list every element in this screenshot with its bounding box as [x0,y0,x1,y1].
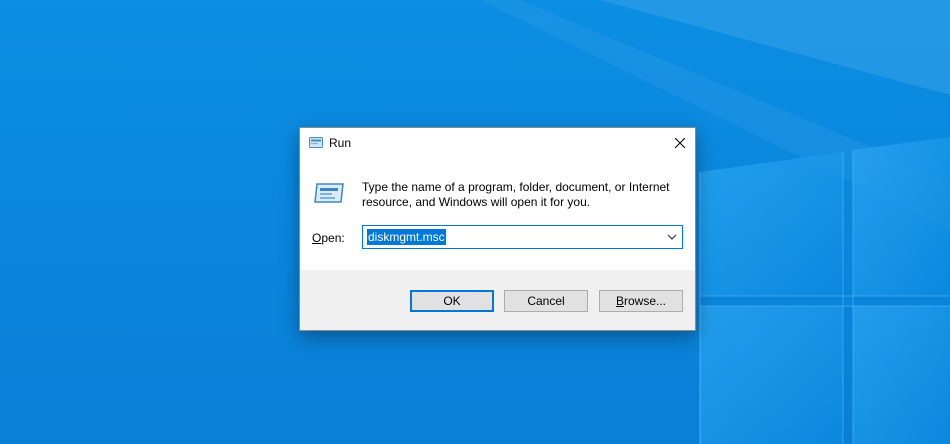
open-label-accel: O [312,231,322,245]
run-program-icon [313,180,345,206]
open-label-text: pen: [321,231,345,245]
dialog-description: Type the name of a program, folder, docu… [362,180,670,209]
browse-label: rowse... [624,294,667,308]
run-dialog: Run Type the name of a program, folder, … [299,127,696,331]
open-label: Open: [312,231,345,245]
ok-button[interactable]: OK [410,290,494,312]
open-combobox[interactable]: diskmgmt.msc [362,225,683,249]
dialog-body: Type the name of a program, folder, docu… [300,158,695,270]
cancel-button[interactable]: Cancel [504,290,588,312]
window-title: Run [329,136,352,150]
close-icon [675,138,685,148]
dialog-footer: OK Cancel Browse... [300,270,695,330]
close-button[interactable] [665,128,695,158]
chevron-down-icon[interactable] [665,230,679,244]
browse-button[interactable]: Browse... [599,290,683,312]
open-input[interactable]: diskmgmt.msc [367,229,446,245]
browse-accel: B [615,294,624,308]
run-icon [308,136,324,150]
title-bar[interactable]: Run [300,128,695,158]
